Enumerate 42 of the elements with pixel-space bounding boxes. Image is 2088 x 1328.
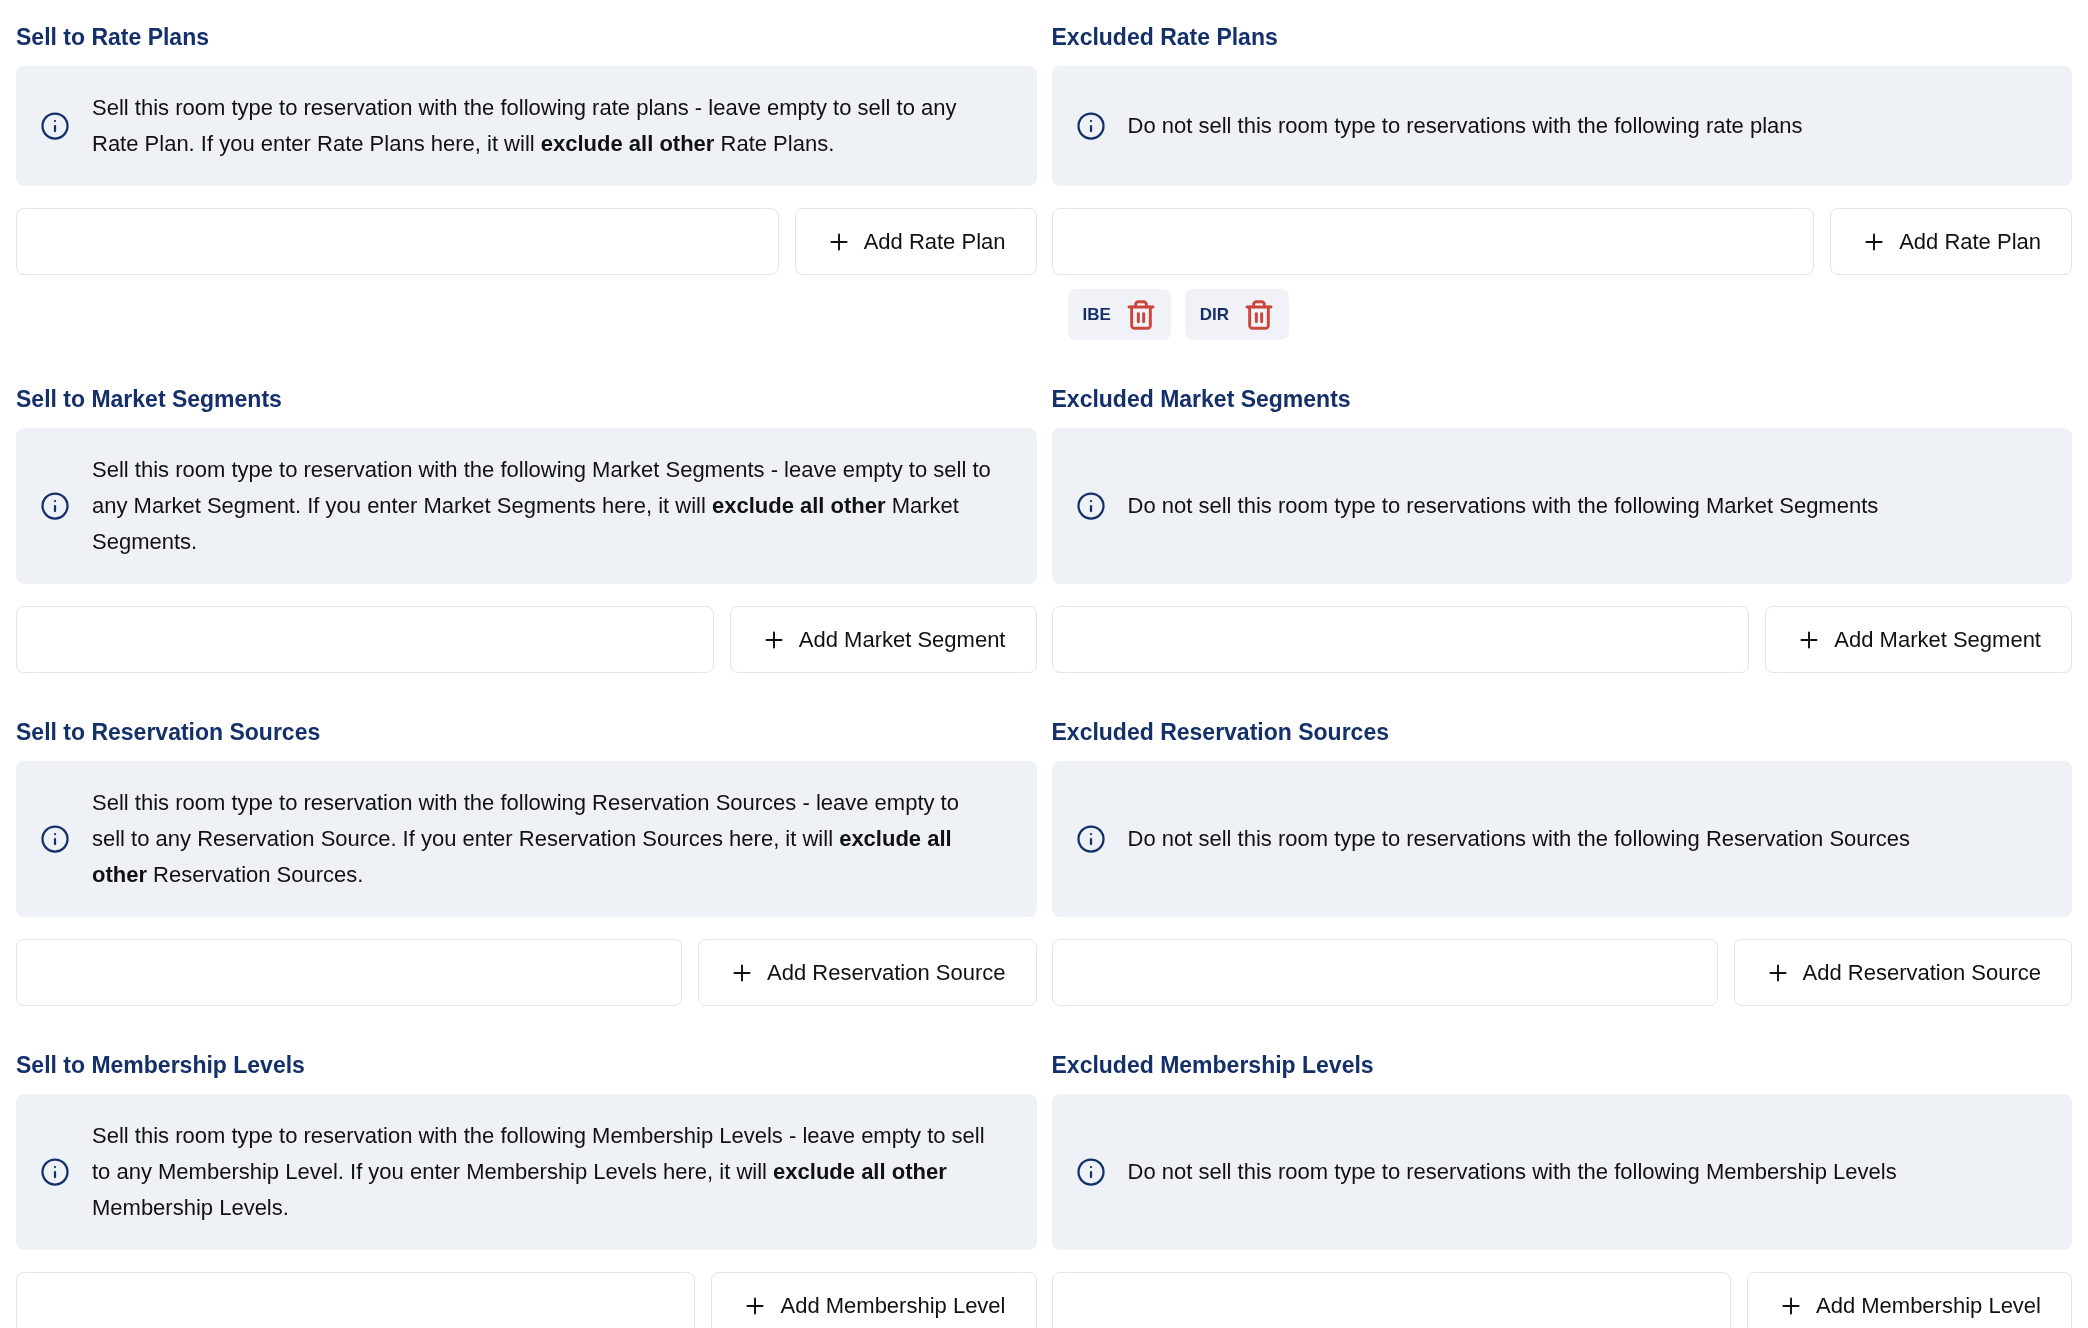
info-text: Do not sell this room type to reservations with the following rate plans: [1127, 112, 1803, 140]
section-title: Excluded Rate Plans: [1051, 23, 1278, 52]
tag-label: DIR: [1199, 303, 1230, 326]
section-title: Sell to Market Segments: [16, 385, 282, 414]
info-text: Sell this room type to reservation with the following Membership Levels - leave empty to sell to any Membership Level. If you enter Membership Levels here, it will exclude all other Membership Levels.: [92, 1122, 986, 1222]
info-icon: [1075, 1157, 1106, 1187]
add-button[interactable]: Add Market Segment: [1765, 606, 2072, 673]
add-button[interactable]: Add Membership Level: [711, 1272, 1037, 1328]
add-button[interactable]: Add Reservation Source: [698, 939, 1037, 1006]
input-field[interactable]: [1051, 1272, 1731, 1328]
info-icon: [40, 111, 70, 141]
add-button[interactable]: Add Membership Level: [1747, 1272, 2072, 1328]
section-title: Excluded Reservation Sources: [1051, 718, 1389, 747]
input-field[interactable]: [16, 939, 683, 1006]
input-field[interactable]: [1051, 939, 1718, 1006]
input-field[interactable]: [16, 208, 779, 275]
add-button[interactable]: Add Reservation Source: [1733, 939, 2072, 1006]
info-text: Do not sell this room type to reservations with the following Membership Levels: [1127, 1158, 1897, 1186]
input-field[interactable]: [16, 606, 714, 673]
info-text: Sell this room type to reservation with the following rate plans - leave empty to sell to any Rate Plan. If you enter Rate Plans here, it will exclude all other Rate Plans.: [92, 94, 958, 158]
add-button[interactable]: Add Rate Plan: [1830, 208, 2072, 275]
info-text: Do not sell this room type to reservations with the following Market Segments: [1127, 492, 1879, 520]
info-icon: [1075, 491, 1106, 521]
info-icon: [1075, 111, 1106, 141]
input-field[interactable]: [1051, 606, 1750, 673]
input-field[interactable]: [16, 1272, 696, 1328]
info-icon: [40, 824, 70, 854]
info-text: Sell this room type to reservation with the following Reservation Sources - leave empty to sell to any Reservation Source. If you enter Reservation Sources here, it will exclude all other Reservation Sources.: [92, 789, 960, 889]
input-field[interactable]: [1051, 208, 1815, 275]
info-icon: [40, 1157, 70, 1187]
section-title: Sell to Reservation Sources: [16, 718, 321, 747]
add-button[interactable]: Add Market Segment: [729, 606, 1037, 673]
add-button[interactable]: Add Rate Plan: [794, 208, 1037, 275]
info-text: Do not sell this room type to reservations with the following Reservation Sources: [1127, 825, 1911, 853]
tag-label: IBE: [1082, 303, 1111, 326]
section-title: Excluded Market Segments: [1051, 385, 1351, 414]
info-text: Sell this room type to reservation with the following Market Segments - leave empty to sell to any Market Segment. If you enter Market Segments here, it will exclude all other Market Segments.: [92, 456, 992, 556]
section-title: Excluded Membership Levels: [1051, 1051, 1374, 1080]
info-icon: [1075, 824, 1106, 854]
section-title: Sell to Rate Plans: [16, 23, 209, 52]
section-title: Sell to Membership Levels: [16, 1051, 305, 1080]
info-icon: [40, 491, 70, 521]
